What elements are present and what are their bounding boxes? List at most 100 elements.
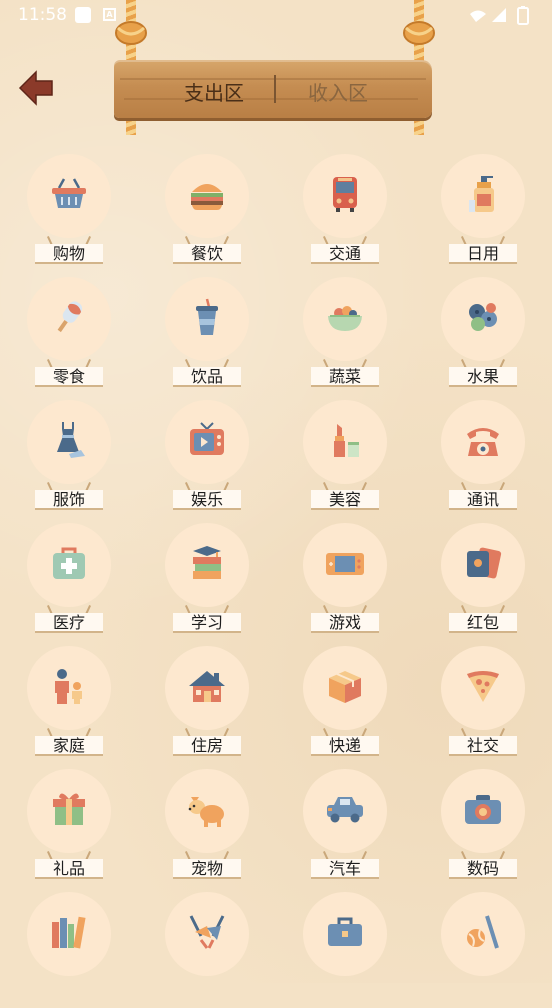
label-tag: 礼品 xyxy=(35,851,103,881)
bus-icon xyxy=(333,177,357,212)
battery-icon xyxy=(517,7,529,25)
notification-icon xyxy=(75,7,91,23)
vegetable-bowl-icon xyxy=(328,306,362,331)
category-item-fruit[interactable]: 水果 xyxy=(433,273,533,393)
category-item-clothing[interactable]: 服饰 xyxy=(19,396,119,516)
category-label: 数码 xyxy=(466,859,499,878)
category-item-car[interactable]: 汽车 xyxy=(295,765,395,885)
label-tag: 红包 xyxy=(449,605,517,635)
category-label: 美容 xyxy=(328,490,361,509)
label-tag: 购物 xyxy=(35,236,103,266)
sports-ball-icon xyxy=(467,915,499,949)
party-icon xyxy=(189,915,225,949)
label-tag: 社交 xyxy=(449,728,517,758)
category-label: 游戏 xyxy=(328,613,361,632)
status-icons xyxy=(470,6,529,25)
category-item-family[interactable]: 家庭 xyxy=(19,642,119,762)
game-console-icon xyxy=(326,553,364,575)
label-tag: 游戏 xyxy=(311,605,379,635)
wifi-icon xyxy=(470,10,486,22)
drink-cup-icon xyxy=(196,298,218,335)
category-item-work[interactable] xyxy=(295,888,395,1008)
label-tag: 饮品 xyxy=(173,359,241,389)
category-item-social[interactable]: 社交 xyxy=(433,642,533,762)
category-item-beauty[interactable]: 美容 xyxy=(295,396,395,516)
category-label: 社交 xyxy=(466,736,499,755)
category-item-daily[interactable]: 日用 xyxy=(433,150,533,270)
category-item-housing[interactable]: 住房 xyxy=(157,642,257,762)
briefcase-icon xyxy=(328,917,362,946)
category-label: 购物 xyxy=(52,244,85,263)
category-item-entertainment[interactable]: 娱乐 xyxy=(157,396,257,516)
category-item-pets[interactable]: 宠物 xyxy=(157,765,257,885)
signal-icon xyxy=(492,8,506,22)
popsicle-icon xyxy=(57,301,83,333)
shopping-basket-icon xyxy=(52,178,86,208)
category-item-party[interactable] xyxy=(157,888,257,1008)
books-cap-icon xyxy=(193,546,221,579)
category-label: 礼品 xyxy=(52,859,85,878)
label-tag: 蔬菜 xyxy=(311,359,379,389)
category-item-dining[interactable]: 餐饮 xyxy=(157,150,257,270)
tab-expense[interactable]: 支出区 xyxy=(184,77,244,106)
category-label: 零食 xyxy=(52,367,85,386)
label-tag: 交通 xyxy=(311,236,379,266)
status-bar: 11:58 A xyxy=(0,0,552,32)
label-tag: 餐饮 xyxy=(173,236,241,266)
category-item-games[interactable]: 游戏 xyxy=(295,519,395,639)
rope-knot-icon xyxy=(115,21,147,45)
category-item-transport[interactable]: 交通 xyxy=(295,150,395,270)
label-tag: 零食 xyxy=(35,359,103,389)
category-item-vegetables[interactable]: 蔬菜 xyxy=(295,273,395,393)
category-label: 娱乐 xyxy=(190,490,223,509)
category-item-sports[interactable] xyxy=(433,888,533,1008)
tab-divider xyxy=(274,75,276,103)
category-item-shopping[interactable]: 购物 xyxy=(19,150,119,270)
category-label: 红包 xyxy=(466,613,499,632)
label-tag: 医疗 xyxy=(35,605,103,635)
label-tag: 美容 xyxy=(311,482,379,512)
category-item-medical[interactable]: 医疗 xyxy=(19,519,119,639)
camera-icon xyxy=(465,795,501,824)
tv-icon xyxy=(190,422,224,455)
label-tag: 住房 xyxy=(173,728,241,758)
soap-bottle-icon xyxy=(469,176,494,212)
gift-icon xyxy=(53,793,85,825)
back-arrow-icon[interactable] xyxy=(16,68,56,108)
category-label: 交通 xyxy=(328,244,361,263)
tab-income[interactable]: 收入区 xyxy=(308,77,368,106)
category-item-communication[interactable]: 通讯 xyxy=(433,396,533,516)
label-tag: 数码 xyxy=(449,851,517,881)
telephone-icon xyxy=(467,428,499,456)
package-icon xyxy=(329,671,361,703)
category-label: 医疗 xyxy=(52,613,85,632)
medical-kit-icon xyxy=(53,547,85,579)
label-tag: 通讯 xyxy=(449,482,517,512)
rope-knot-icon xyxy=(403,21,435,45)
category-label: 住房 xyxy=(190,736,223,755)
pizza-icon xyxy=(467,671,499,702)
red-envelope-icon xyxy=(467,547,502,579)
category-item-drinks[interactable]: 饮品 xyxy=(157,273,257,393)
category-label: 日用 xyxy=(466,244,499,263)
fruit-icon xyxy=(469,303,497,331)
category-item-gifts[interactable]: 礼品 xyxy=(19,765,119,885)
category-label: 蔬菜 xyxy=(328,367,361,386)
category-item-delivery[interactable]: 快递 xyxy=(295,642,395,762)
category-label: 通讯 xyxy=(466,490,499,509)
category-item-red-envelope[interactable]: 红包 xyxy=(433,519,533,639)
category-label: 服饰 xyxy=(52,490,85,509)
tab-board: 支出区 收入区 xyxy=(114,60,432,118)
category-item-books[interactable] xyxy=(19,888,119,1008)
house-icon xyxy=(189,671,225,702)
category-item-digital[interactable]: 数码 xyxy=(433,765,533,885)
category-item-study[interactable]: 学习 xyxy=(157,519,257,639)
category-label: 家庭 xyxy=(52,736,85,755)
label-tag: 家庭 xyxy=(35,728,103,758)
category-item-snacks[interactable]: 零食 xyxy=(19,273,119,393)
label-tag: 宠物 xyxy=(173,851,241,881)
lipstick-icon xyxy=(334,424,359,457)
label-tag: 学习 xyxy=(173,605,241,635)
label-tag: 日用 xyxy=(449,236,517,266)
car-icon xyxy=(327,797,363,823)
